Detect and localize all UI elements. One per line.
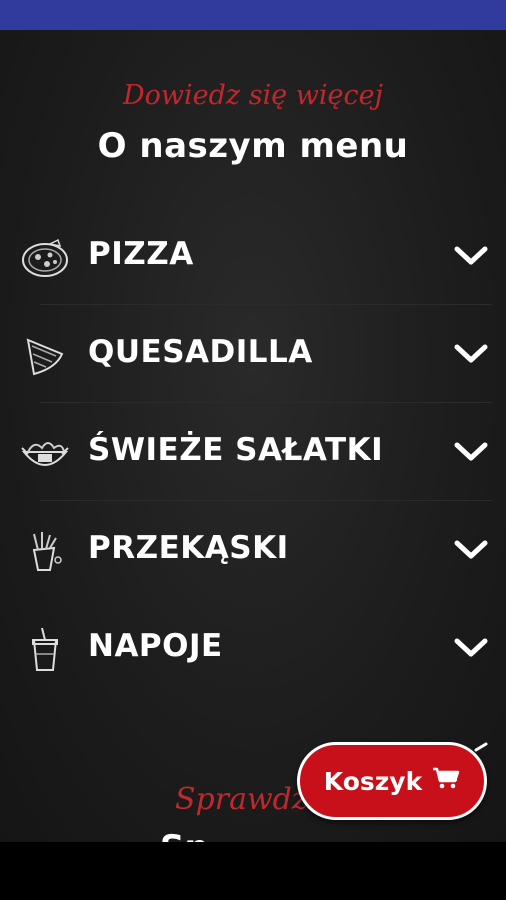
next-section-title: Sp [160, 828, 209, 842]
cart-button[interactable]: Koszyk [297, 742, 487, 820]
section-title: O naszym menu [97, 126, 409, 166]
quesadilla-icon [20, 334, 70, 378]
divider [40, 304, 492, 305]
cart-icon [432, 766, 460, 796]
drink-icon [20, 627, 70, 672]
navigation-bar [0, 842, 506, 900]
chevron-down-icon[interactable] [452, 634, 490, 662]
next-section-subtitle: Sprawdź [175, 782, 308, 817]
menu-item-label: ŚWIEŻE SAŁATKI [88, 432, 384, 468]
menu-item-quesadilla[interactable]: QUESADILLA [0, 306, 506, 404]
menu-board: Dowiedz się więcej O naszym menu PIZZA Q… [0, 30, 506, 842]
section-subtitle: Dowiedz się więcej [123, 80, 383, 111]
snacks-icon [20, 530, 70, 574]
menu-item-drinks[interactable]: NAPOJE [0, 600, 506, 698]
divider [40, 402, 492, 403]
menu-item-label: NAPOJE [88, 628, 223, 664]
cart-button-label: Koszyk [323, 766, 423, 796]
menu-item-label: QUESADILLA [88, 334, 313, 370]
salad-icon [20, 432, 70, 476]
menu-item-pizza[interactable]: PIZZA [0, 208, 506, 306]
menu-item-snacks[interactable]: PRZEKĄSKI [0, 502, 506, 600]
decoration-mark [474, 742, 488, 752]
chevron-down-icon[interactable] [452, 242, 490, 270]
menu-item-salads[interactable]: ŚWIEŻE SAŁATKI [0, 404, 506, 502]
status-bar [0, 0, 506, 30]
chevron-down-icon[interactable] [452, 536, 490, 564]
divider [40, 500, 492, 501]
chevron-down-icon[interactable] [452, 340, 490, 368]
chevron-down-icon[interactable] [452, 438, 490, 466]
menu-item-label: PRZEKĄSKI [88, 530, 289, 566]
menu-item-label: PIZZA [88, 236, 194, 272]
pizza-icon [20, 236, 70, 280]
